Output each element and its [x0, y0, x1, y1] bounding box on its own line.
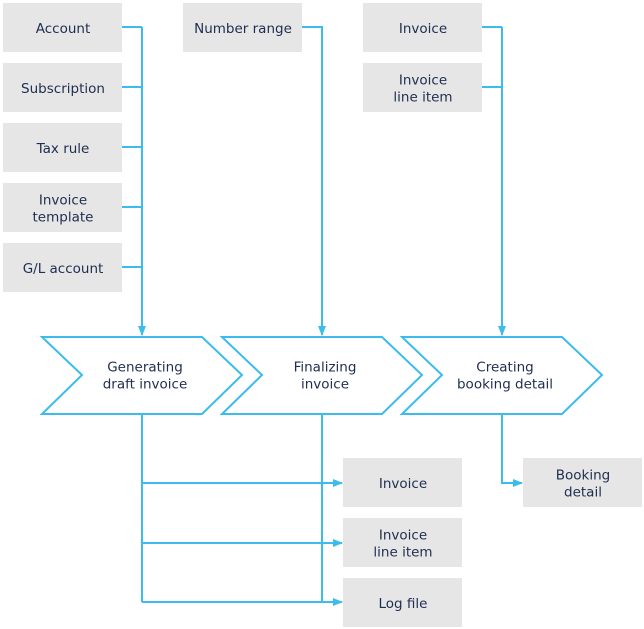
input-box-tax-rule: Tax rule	[3, 123, 122, 172]
input-box-number-range-label: Number range	[194, 21, 292, 37]
output-box-log-file: Log file	[343, 578, 462, 627]
connector-arrow	[501, 414, 523, 487]
output-box-invoice-label: Invoice	[379, 476, 427, 492]
input-box-account-label: Account	[36, 21, 91, 37]
input-box-number-range: Number range	[183, 3, 302, 52]
input-box-g-l-account: G/L account	[3, 243, 122, 292]
output-box-invoice: Invoice	[343, 458, 462, 507]
input-box-subscription: Subscription	[3, 63, 122, 112]
input-box-invoice-label: Invoice	[399, 21, 447, 37]
input-box-invoice-template-label: Invoice template	[33, 193, 94, 226]
process-step-label: Finalizing invoice	[294, 360, 357, 393]
input-box-invoice-line-item-label: Invoice line item	[393, 73, 452, 106]
input-box-invoice-line-item: Invoice line item	[363, 63, 482, 112]
output-box-booking-detail: Booking detail	[523, 458, 642, 507]
input-box-g-l-account-label: G/L account	[23, 261, 104, 277]
process-diagram: Generating draft invoice Finalizing invoice…	[3, 3, 642, 627]
output-box-invoice-line-item-label: Invoice line item	[373, 528, 432, 561]
input-box-account: Account	[3, 3, 122, 52]
process-step-3: Creating booking detail	[399, 336, 604, 415]
process-step-label: Generating draft invoice	[103, 360, 188, 393]
input-box-invoice-template: Invoice template	[3, 183, 122, 232]
input-box-subscription-label: Subscription	[21, 81, 105, 97]
input-box-invoice: Invoice	[363, 3, 482, 52]
connector-arrow	[302, 26, 326, 336]
output-box-invoice-line-item: Invoice line item	[343, 518, 462, 567]
output-box-log-file-label: Log file	[379, 596, 428, 612]
process-step-2: Finalizing invoice	[219, 336, 424, 415]
process-step-1: Generating draft invoice	[39, 336, 244, 415]
input-box-tax-rule-label: Tax rule	[36, 141, 90, 157]
